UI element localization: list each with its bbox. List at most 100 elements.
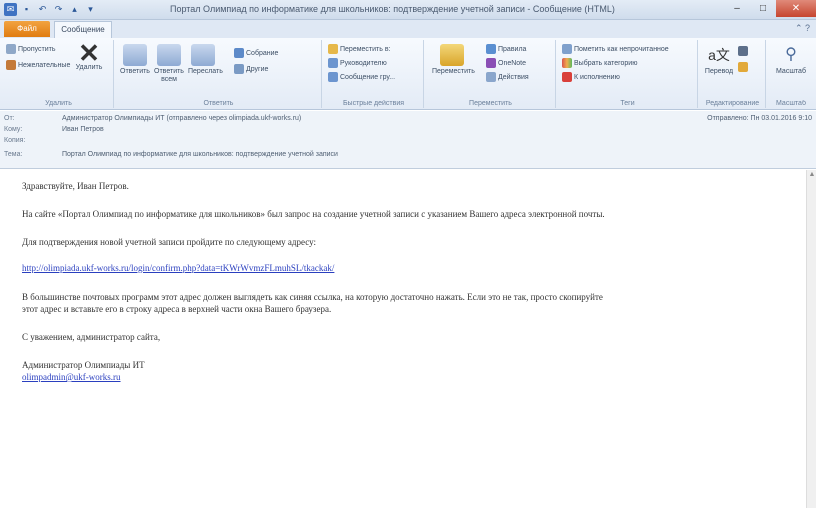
find-icon — [738, 46, 748, 56]
meeting-icon — [234, 48, 244, 58]
category-icon — [562, 58, 572, 68]
title-bar: ✉ ▪ ↶ ↷ ▴ ▾ Портал Олимпиад по информати… — [0, 0, 816, 20]
group-respond: Ответить Ответить всем Переслать Собрани… — [116, 40, 322, 108]
folder-icon — [328, 44, 338, 54]
flag-icon — [562, 72, 572, 82]
forward-button[interactable]: Переслать — [188, 44, 223, 76]
regards: С уважением, администратор сайта, — [22, 332, 161, 342]
move-to-button[interactable]: Переместить в: — [328, 44, 391, 54]
mark-unread-button[interactable]: Пометить как непрочитанное — [562, 44, 669, 54]
group-zoom: ⚲ Масштаб Масштаб — [768, 40, 814, 108]
up-arrow-icon[interactable]: ▴ — [68, 3, 81, 16]
cc-label: Копия: — [4, 137, 26, 144]
find-button[interactable] — [738, 46, 748, 56]
more-icon — [234, 64, 244, 74]
ribbon: Пропустить Нежелательные ✕ Удалить Удали… — [0, 38, 816, 110]
group-label-delete: Удалить — [45, 100, 72, 107]
reply-icon — [123, 44, 147, 66]
tab-file[interactable]: Файл — [4, 21, 50, 37]
subject-row: Тема: Портал Олимпиад по информатике для… — [4, 151, 338, 158]
group-label-tags: Теги — [620, 100, 635, 107]
sent-date: Отправлено: Пн 03.01.2016 9:10 — [707, 115, 812, 122]
down-arrow-icon[interactable]: ▾ — [84, 3, 97, 16]
rules-button[interactable]: Правила — [486, 44, 526, 54]
group-quick-steps: Переместить в: Руководителю Сообщение гр… — [324, 40, 424, 108]
scroll-up-arrow-icon[interactable]: ▲ — [807, 170, 816, 180]
window-title: Портал Олимпиад по информатике для школь… — [170, 4, 615, 14]
save-icon[interactable]: ▪ — [20, 3, 33, 16]
undo-icon[interactable]: ↶ — [36, 3, 49, 16]
reply-all-icon — [157, 44, 181, 66]
forward-icon — [191, 44, 215, 66]
actions-button[interactable]: Действия — [486, 72, 529, 82]
onenote-button[interactable]: OneNote — [486, 58, 526, 68]
actions-icon — [486, 72, 496, 82]
redo-icon[interactable]: ↷ — [52, 3, 65, 16]
body-paragraph-3b: этот адрес и вставьте его в строку адрес… — [22, 304, 332, 314]
delete-icon: ✕ — [78, 38, 100, 68]
group-label-quick: Быстрые действия — [342, 100, 405, 107]
close-button[interactable]: ✕ — [776, 0, 816, 17]
group-move: Переместить Правила OneNote Действия Пер… — [426, 40, 556, 108]
signature-name: Администратор Олимпиады ИТ — [22, 360, 145, 370]
envelope-icon — [562, 44, 572, 54]
group-label-respond: Ответить — [203, 100, 234, 107]
ribbon-tabs: Файл Сообщение ⌃ ? — [0, 20, 816, 38]
team-email-button[interactable]: Сообщение гру... — [328, 72, 395, 82]
magnifier-icon: ⚲ — [785, 46, 797, 63]
select-button[interactable] — [738, 62, 748, 72]
body-paragraph-1: На сайте «Портал Олимпиад по информатике… — [22, 209, 605, 219]
group-tags: Пометить как непрочитанное Выбрать катег… — [558, 40, 698, 108]
translate-button[interactable]: a文 Перевод — [702, 44, 736, 76]
help-icon[interactable]: ⌃ ? — [795, 23, 810, 34]
ignore-button[interactable]: Пропустить — [6, 44, 56, 54]
translate-icon: a文 — [708, 47, 730, 63]
to-manager-button[interactable]: Руководителю — [328, 58, 387, 68]
meeting-button[interactable]: Собрание — [234, 48, 278, 58]
follow-up-button[interactable]: К исполнению — [562, 72, 620, 82]
subject-value: Портал Олимпиад по информатике для школь… — [61, 151, 338, 158]
junk-button[interactable]: Нежелательные — [6, 60, 70, 70]
categorize-button[interactable]: Выбрать категорию — [562, 58, 637, 68]
to-value[interactable]: Иван Петров — [62, 126, 104, 133]
to-row: Кому: Иван Петров — [4, 126, 104, 133]
reply-button[interactable]: Ответить — [120, 44, 150, 76]
junk-icon — [6, 60, 16, 70]
tab-message[interactable]: Сообщение — [54, 21, 112, 38]
message-body: Здравствуйте, Иван Петров. На сайте «Пор… — [0, 170, 806, 508]
move-icon — [440, 44, 464, 66]
greeting: Здравствуйте, Иван Петров. — [22, 181, 129, 191]
maximize-button[interactable]: □ — [750, 0, 776, 17]
group-label-zoom: Масштаб — [776, 100, 806, 107]
window-controls: – □ ✕ — [724, 0, 816, 17]
signature-email-link[interactable]: olimpadmin@ukf-works.ru — [22, 372, 121, 382]
team-icon — [328, 72, 338, 82]
from-label: От: — [4, 115, 15, 122]
subject-label: Тема: — [4, 151, 23, 158]
from-value[interactable]: Администратор Олимпиады ИТ (отправлено ч… — [62, 115, 301, 122]
zoom-button[interactable]: ⚲ Масштаб — [776, 44, 806, 76]
reply-all-button[interactable]: Ответить всем — [154, 44, 184, 84]
to-label: Кому: — [4, 126, 23, 133]
group-delete: Пропустить Нежелательные ✕ Удалить Удали… — [4, 40, 114, 108]
group-label-move: Переместить — [469, 100, 512, 107]
confirm-link[interactable]: http://olimpiada.ukf-works.ru/login/conf… — [22, 263, 334, 273]
move-button[interactable]: Переместить — [432, 44, 475, 76]
rules-icon — [486, 44, 496, 54]
ignore-icon — [6, 44, 16, 54]
body-paragraph-2: Для подтверждения новой учетной записи п… — [22, 237, 316, 247]
outlook-app-icon: ✉ — [4, 3, 17, 16]
cc-row: Копия: — [4, 137, 60, 144]
group-edit: a文 Перевод Редактирование — [700, 40, 766, 108]
group-label-edit: Редактирование — [705, 100, 760, 107]
message-header: От: Администратор Олимпиады ИТ (отправле… — [0, 111, 816, 169]
vertical-scrollbar[interactable]: ▲ — [806, 170, 816, 508]
minimize-button[interactable]: – — [724, 0, 750, 17]
body-paragraph-3a: В большинстве почтовых программ этот адр… — [22, 292, 603, 302]
onenote-icon — [486, 58, 496, 68]
from-row: От: Администратор Олимпиады ИТ (отправле… — [4, 115, 301, 122]
delete-button[interactable]: ✕ Удалить — [74, 38, 104, 72]
more-button[interactable]: Другие — [234, 64, 268, 74]
manager-icon — [328, 58, 338, 68]
quick-access-toolbar: ✉ ▪ ↶ ↷ ▴ ▾ — [4, 3, 97, 16]
